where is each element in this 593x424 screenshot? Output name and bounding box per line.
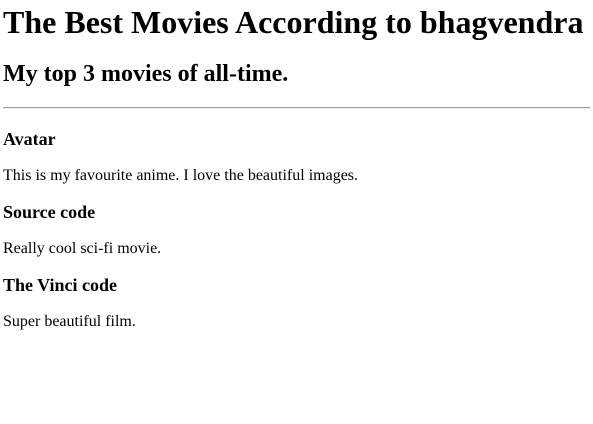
movie-item: Source code Really cool sci-fi movie. [3,202,590,258]
movie-description: Really cool sci-fi movie. [3,240,162,257]
movie-item: Avatar This is my favourite anime. I lov… [3,129,590,185]
divider [3,107,590,109]
movie-list: Avatar This is my favourite anime. I lov… [3,129,590,331]
movie-title: Avatar [3,129,56,149]
movie-title: The Vinci code [3,275,118,295]
movie-title: Source code [3,202,96,222]
movie-description: Super beautiful film. [3,313,136,330]
movie-item: The Vinci code Super beautiful film. [3,275,590,331]
page-title: The Best Movies According to bhagvendra [3,4,584,40]
movie-description: This is my favourite anime. I love the b… [3,167,359,184]
page-subtitle: My top 3 movies of all-time. [3,61,289,87]
